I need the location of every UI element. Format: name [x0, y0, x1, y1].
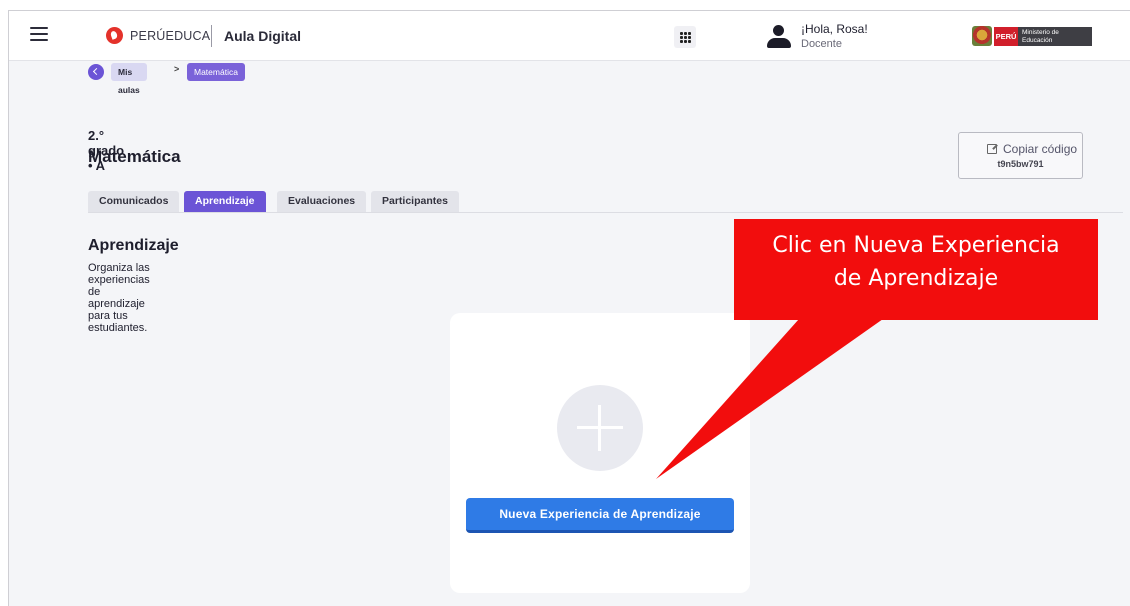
apps-grid-icon[interactable] — [674, 26, 696, 48]
class-code: t9n5bw791 — [997, 159, 1044, 169]
brand-divider — [211, 25, 212, 47]
annotation-line-1: Clic en Nueva Experiencia — [772, 233, 1060, 258]
peru-educa-logo-icon — [106, 27, 123, 44]
top-bar: PERÚEDUCA Aula Digital ¡Hola, Rosa! Doce… — [9, 11, 1130, 61]
ministry-logo: PERÚ Ministerio de Educación — [972, 26, 1092, 48]
tabs-divider — [88, 212, 1123, 213]
back-icon[interactable] — [88, 64, 104, 80]
section-subtitle: Organiza las experiencias de aprendizaje… — [88, 262, 150, 334]
user-avatar-icon[interactable] — [766, 25, 792, 51]
annotation-line-2: de Aprendizaje — [833, 266, 999, 291]
annotation-callout: Clic en Nueva Experiencia de Aprendizaje — [734, 219, 1098, 320]
ministry-country: PERÚ — [994, 27, 1018, 46]
plus-icon[interactable] — [557, 385, 643, 471]
ministry-name: Ministerio de Educación — [1018, 27, 1092, 46]
brand-name: PERÚEDUCA — [130, 29, 211, 43]
tab-evaluaciones[interactable]: Evaluaciones — [277, 191, 367, 212]
app-name: Aula Digital — [224, 28, 302, 44]
tab-aprendizaje[interactable]: Aprendizaje — [184, 191, 266, 212]
app-window: PERÚEDUCA Aula Digital ¡Hola, Rosa! Doce… — [8, 10, 1130, 606]
breadcrumb-current: Matemática — [187, 63, 245, 81]
coat-of-arms-icon — [972, 26, 992, 46]
breadcrumb-mis-aulas[interactable]: Mis aulas — [111, 63, 147, 95]
tab-participantes[interactable]: Participantes — [371, 191, 459, 212]
copy-code-button[interactable]: Copiar código t9n5bw791 — [958, 132, 1083, 179]
menu-icon[interactable] — [30, 27, 48, 41]
section-title: Aprendizaje — [88, 237, 179, 254]
copy-code-label: Copiar código — [1003, 142, 1078, 156]
tab-comunicados[interactable]: Comunicados — [88, 191, 180, 212]
new-experience-button[interactable]: Nueva Experiencia de Aprendizaje — [466, 498, 734, 533]
external-link-icon — [987, 144, 997, 154]
user-role: Docente — [801, 38, 842, 50]
annotation-arrow — [656, 319, 883, 479]
breadcrumb-separator: > — [174, 64, 180, 74]
user-greeting: ¡Hola, Rosa! — [801, 22, 868, 36]
page-title: Matemática — [88, 147, 181, 166]
